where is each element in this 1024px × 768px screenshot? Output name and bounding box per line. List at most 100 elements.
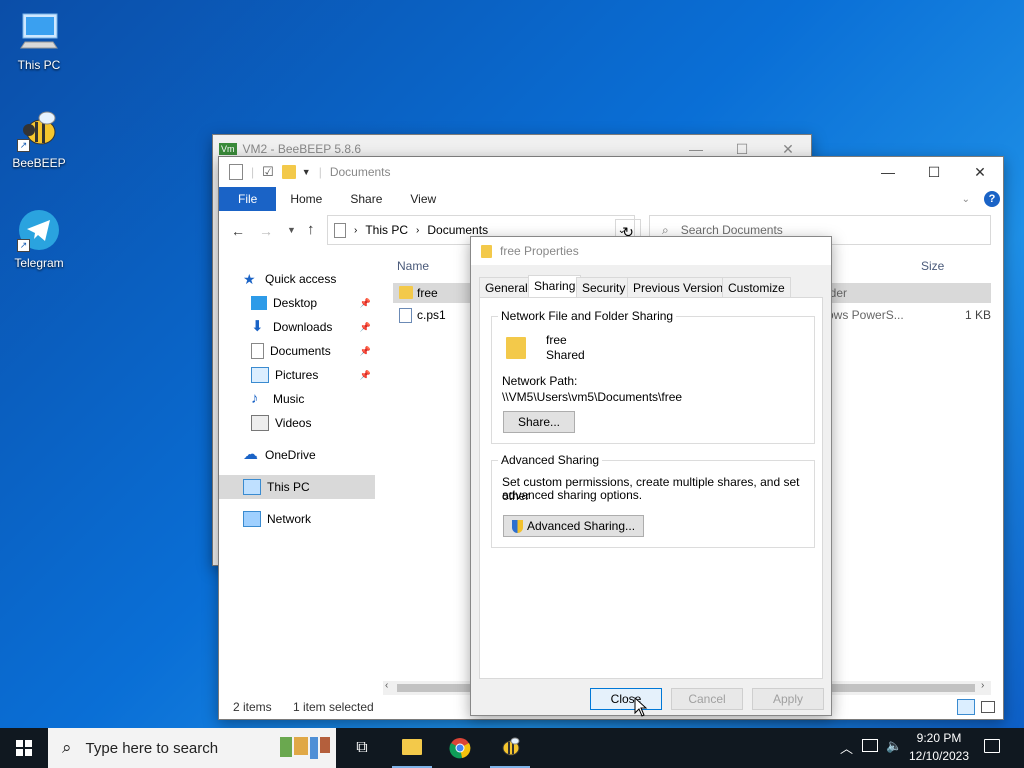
desktop-icon-label: This PC [17,58,61,72]
properties-tabs: General Sharing Security Previous Versio… [479,275,819,298]
properties-titlebar[interactable]: free Properties [471,237,831,265]
desktop-icon-this-pc[interactable]: This PC [4,10,74,72]
nav-documents[interactable]: Documents 📌 [219,339,379,363]
up-arrow-icon[interactable]: ↑ [307,221,315,238]
nav-network[interactable]: Network [219,507,379,531]
tab-file[interactable]: File [219,187,277,211]
column-header-size[interactable]: Size [921,259,944,273]
clock-time[interactable]: 9:20 PM [916,731,962,745]
nav-onedrive[interactable]: ☁ OneDrive [219,443,379,467]
search-icon: ⌕ [62,738,72,757]
taskbar: ⌕ Type here to search ⧉ ︿ 🔈 9:20 PM 12/1… [0,728,1024,768]
pin-icon[interactable]: 📌 [360,322,371,333]
close-icon[interactable]: ✕ [957,157,1003,187]
volume-muted-icon[interactable]: 🔈 [886,738,902,754]
recent-locations-icon[interactable]: ▼ [287,225,296,235]
new-folder-quick-icon[interactable] [281,165,296,179]
explorer-titlebar[interactable]: | ☑ ▼ | Documents — ☐ ✕ [219,157,1003,187]
nav-videos[interactable]: Videos [219,411,379,435]
pin-icon[interactable]: 📌 [360,346,371,357]
status-item-count: 2 items [233,700,272,714]
properties-dialog[interactable]: free Properties General Sharing Security… [470,236,832,716]
nav-downloads[interactable]: ⬇ Downloads 📌 [219,315,379,339]
search-input[interactable]: Search Documents [681,223,783,237]
group-title: Advanced Sharing [498,453,603,467]
maximize-icon[interactable]: ☐ [911,157,957,187]
shortcut-arrow-icon: ↗ [17,239,30,252]
nav-pictures[interactable]: Pictures 📌 [219,363,379,387]
network-path-label: Network Path: [502,374,578,388]
details-view-icon[interactable] [957,699,975,715]
tab-customize[interactable]: Customize [722,277,791,298]
taskbar-search-input[interactable]: Type here to search [86,740,219,757]
nav-desktop[interactable]: Desktop 📌 [219,291,379,315]
notification-center-icon[interactable] [984,739,1000,753]
task-view-icon[interactable]: ⧉ [344,728,380,768]
powershell-file-icon [399,308,412,323]
large-icons-view-icon[interactable] [981,701,995,713]
breadcrumb-documents[interactable]: Documents [427,223,488,237]
start-button[interactable] [0,728,48,768]
bee-icon: ↗ [17,108,61,152]
beebeep-title: VM2 - BeeBEEP 5.8.6 [242,142,362,156]
properties-quick-icon[interactable] [229,164,243,180]
tab-share[interactable]: Share [336,187,396,211]
network-path-value: \\VM5\Users\vm5\Documents\free [502,390,683,404]
tab-home[interactable]: Home [276,187,336,211]
advanced-sharing-button[interactable]: Advanced Sharing... [503,515,644,537]
taskbar-search-box[interactable]: ⌕ Type here to search [48,728,336,768]
column-header-name[interactable]: Name [397,259,429,273]
pin-icon[interactable]: 📌 [360,370,371,381]
scroll-right-icon[interactable]: › [981,680,984,691]
tab-view[interactable]: View [396,187,450,211]
file-explorer-taskbar-icon[interactable] [392,728,432,768]
back-arrow-icon[interactable]: ← [231,223,245,239]
nav-this-pc[interactable]: This PC [219,475,375,499]
close-button[interactable]: Close [590,688,662,710]
computer-icon [17,10,61,54]
breadcrumb-this-pc[interactable]: This PC [365,223,408,237]
clock-date[interactable]: 12/10/2023 [906,749,972,763]
properties-title: free Properties [500,244,579,258]
music-note-icon: ♪ [251,390,259,407]
desktop-icon-beebeep[interactable]: ↗ BeeBEEP [4,108,74,170]
pin-icon[interactable]: 📌 [360,298,371,309]
network-status-icon[interactable] [862,739,878,752]
tab-previous-versions[interactable]: Previous Versions [627,277,736,298]
cancel-button[interactable]: Cancel [671,688,743,710]
scroll-left-icon[interactable]: ‹ [385,680,388,691]
computer-icon [243,479,261,495]
beebeep-app-icon: Vm [219,143,237,155]
share-button[interactable]: Share... [503,411,575,433]
nav-music[interactable]: ♪ Music [219,387,379,411]
tab-sharing[interactable]: Sharing [528,275,582,298]
show-hidden-icons-chevron-icon[interactable]: ︿ [840,738,853,757]
nav-quick-access[interactable]: ★ Quick access [219,267,379,291]
sharing-page: Network File and Folder Sharing free Sha… [479,297,823,679]
minimize-icon[interactable]: — [865,157,911,187]
ribbon-tabs: File Home Share View ⌄ ? [219,187,1003,211]
file-name: c.ps1 [417,308,446,322]
navigation-pane[interactable]: ★ Quick access Desktop 📌 ⬇ Downloads 📌 D… [219,267,379,677]
tab-security[interactable]: Security [576,277,632,298]
cloud-icon: ☁ [243,446,258,463]
chevron-right-icon: › [354,224,358,236]
video-icon [251,415,269,431]
file-size: 1 KB [965,308,992,322]
desktop-icon-label: BeeBEEP [12,156,66,170]
chevron-down-icon[interactable]: ▼ [302,167,311,177]
file-type: ows PowerS... [827,308,904,322]
beebeep-taskbar-icon[interactable] [490,728,530,768]
checkmark-quick-icon[interactable]: ☑ [262,164,274,180]
chrome-icon[interactable] [440,728,480,768]
expand-ribbon-icon[interactable]: ⌄ [962,194,970,205]
apply-button[interactable]: Apply [752,688,824,710]
network-icon [243,511,261,527]
advanced-sharing-group: Advanced Sharing Set custom permissions,… [491,453,815,548]
forward-arrow-icon[interactable]: → [259,223,273,239]
tab-general[interactable]: General [479,277,534,298]
desktop-icon [251,296,267,310]
desktop-icon-label: Telegram [14,256,64,270]
desktop-icon-telegram[interactable]: ↗ Telegram [4,208,74,270]
help-icon[interactable]: ? [984,191,1000,207]
